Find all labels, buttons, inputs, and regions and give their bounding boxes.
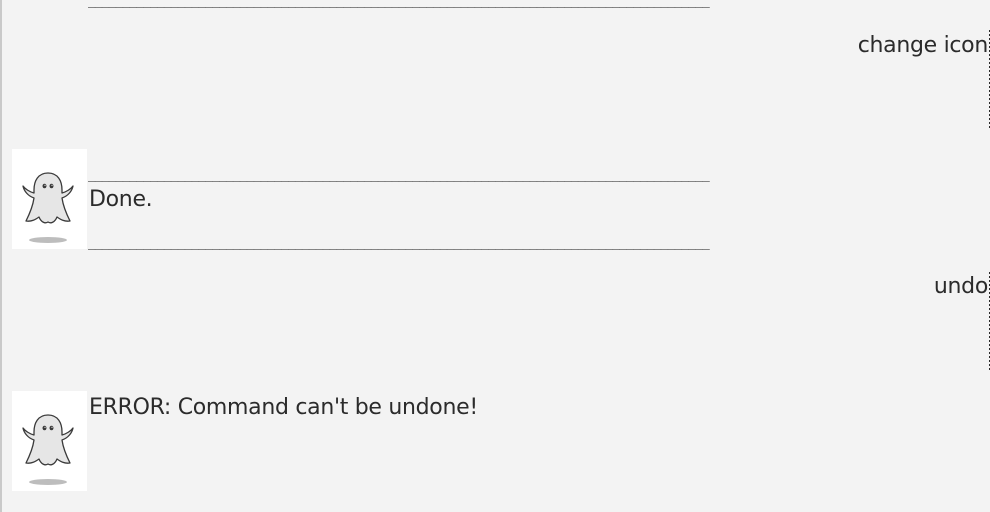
message-divider: ________________________________________… — [88, 166, 710, 182]
window-left-border — [0, 0, 2, 512]
ghost-icon — [22, 414, 74, 485]
bot-avatar — [12, 391, 87, 491]
message-divider: ________________________________________… — [88, 0, 720, 8]
user-message-change-icon: change icon — [857, 33, 989, 58]
message-divider: ________________________________________… — [88, 234, 710, 250]
bot-message-done: Done. — [89, 187, 153, 212]
bot-avatar — [12, 149, 87, 249]
ghost-icon — [22, 172, 74, 243]
user-message-undo: undo — [933, 274, 988, 299]
bot-message-error: ERROR: Command can't be undone! — [89, 395, 478, 420]
